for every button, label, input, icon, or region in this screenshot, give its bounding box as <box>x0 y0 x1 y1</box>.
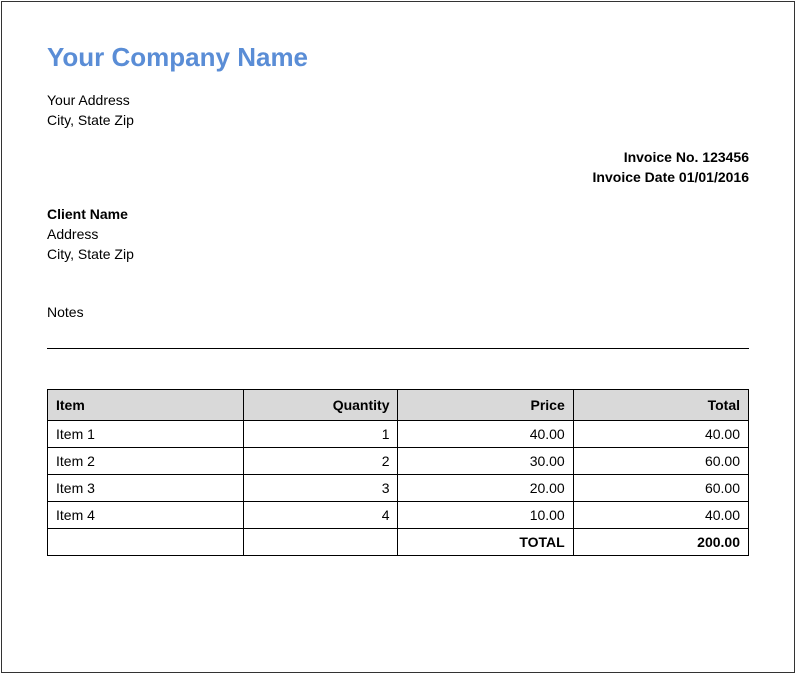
notes-divider <box>47 348 749 349</box>
cell-price: 20.00 <box>398 475 573 502</box>
cell-price: 10.00 <box>398 502 573 529</box>
total-empty-1 <box>48 529 244 556</box>
invoice-table: Item Quantity Price Total Item 1 1 40.00… <box>47 389 749 556</box>
table-row: Item 4 4 10.00 40.00 <box>48 502 749 529</box>
company-address: Your Address City, State Zip <box>47 91 749 130</box>
cell-total: 60.00 <box>573 475 748 502</box>
total-label: TOTAL <box>398 529 573 556</box>
company-address-line2: City, State Zip <box>47 111 749 131</box>
cell-quantity: 3 <box>244 475 398 502</box>
cell-quantity: 2 <box>244 448 398 475</box>
invoice-date-label: Invoice Date <box>593 169 675 185</box>
header-item: Item <box>48 390 244 421</box>
cell-quantity: 4 <box>244 502 398 529</box>
cell-total: 40.00 <box>573 502 748 529</box>
invoice-number-label: Invoice No. <box>624 149 699 165</box>
table-header-row: Item Quantity Price Total <box>48 390 749 421</box>
invoice-page: Your Company Name Your Address City, Sta… <box>1 1 795 673</box>
client-name: Client Name <box>47 205 749 225</box>
header-quantity: Quantity <box>244 390 398 421</box>
cell-item: Item 3 <box>48 475 244 502</box>
table-total-row: TOTAL 200.00 <box>48 529 749 556</box>
cell-quantity: 1 <box>244 421 398 448</box>
header-total: Total <box>573 390 748 421</box>
invoice-meta: Invoice No. 123456 Invoice Date 01/01/20… <box>47 148 749 187</box>
client-address-line1: Address <box>47 225 749 245</box>
invoice-date-value: 01/01/2016 <box>679 169 749 185</box>
client-address-line2: City, State Zip <box>47 245 749 265</box>
total-empty-2 <box>244 529 398 556</box>
company-name: Your Company Name <box>47 42 749 73</box>
cell-price: 40.00 <box>398 421 573 448</box>
invoice-number-row: Invoice No. 123456 <box>47 148 749 168</box>
table-row: Item 2 2 30.00 60.00 <box>48 448 749 475</box>
cell-total: 40.00 <box>573 421 748 448</box>
table-row: Item 3 3 20.00 60.00 <box>48 475 749 502</box>
table-row: Item 1 1 40.00 40.00 <box>48 421 749 448</box>
cell-item: Item 4 <box>48 502 244 529</box>
notes-label: Notes <box>47 304 749 320</box>
client-block: Client Name Address City, State Zip <box>47 205 749 264</box>
cell-item: Item 2 <box>48 448 244 475</box>
invoice-number-value: 123456 <box>702 149 749 165</box>
cell-total: 60.00 <box>573 448 748 475</box>
total-value: 200.00 <box>573 529 748 556</box>
header-price: Price <box>398 390 573 421</box>
company-address-line1: Your Address <box>47 91 749 111</box>
invoice-date-row: Invoice Date 01/01/2016 <box>47 168 749 188</box>
cell-price: 30.00 <box>398 448 573 475</box>
cell-item: Item 1 <box>48 421 244 448</box>
